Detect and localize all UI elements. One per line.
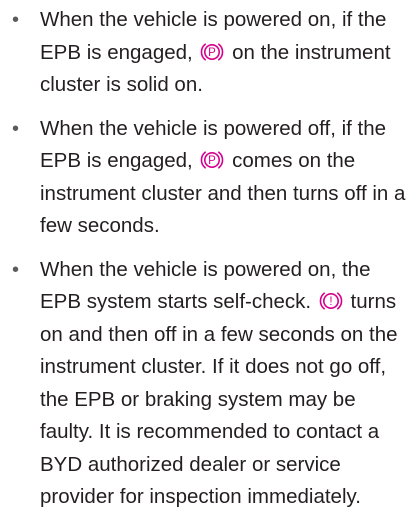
bullet-dot: • <box>12 117 20 140</box>
parking-brake-icon: P <box>200 149 224 171</box>
brake-warning-glyph: ! <box>329 296 332 308</box>
parking-brake-icon: P <box>200 41 224 63</box>
parking-brake-glyph: P <box>209 155 217 167</box>
item-text-after-icon: turns on and then off in a few seconds o… <box>40 290 398 508</box>
bullet-dot: • <box>12 258 20 281</box>
list-item-epb-self-check: • When the vehicle is powered on, the EP… <box>0 254 416 514</box>
list-item-epb-powered-on: • When the vehicle is powered on, if the… <box>0 0 416 102</box>
brake-warning-icon: ! <box>319 290 343 312</box>
bullet-dot: • <box>12 9 20 31</box>
list-item-epb-powered-off: • When the vehicle is powered off, if th… <box>0 113 416 243</box>
parking-brake-glyph: P <box>209 47 217 59</box>
bullet-list: • When the vehicle is powered on, if the… <box>0 0 416 514</box>
